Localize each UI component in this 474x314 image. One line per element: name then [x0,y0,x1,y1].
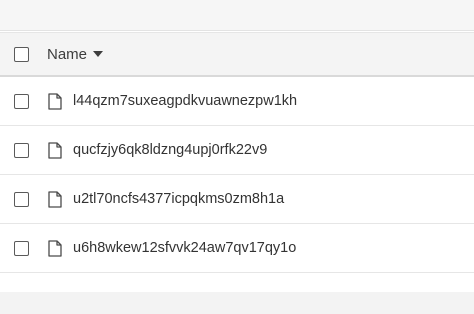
table-row[interactable]: qucfzjy6qk8ldzng4upj0rfk22v9 [0,126,474,175]
file-icon [47,141,63,159]
row-checkbox[interactable] [13,191,29,207]
table-row[interactable]: u6h8wkew12sfvvk24aw7qv17qy1o [0,224,474,273]
name-column-header[interactable]: Name [47,45,104,63]
footer-strip [0,292,474,314]
row-checkbox[interactable] [13,240,29,256]
file-name[interactable]: u2tl70ncfs4377icpqkms0zm8h1a [73,191,284,207]
file-name[interactable]: qucfzjy6qk8ldzng4upj0rfk22v9 [73,142,267,158]
select-all-cell [0,46,42,62]
sort-descending-icon [93,51,104,57]
file-icon [47,92,63,110]
table-row[interactable]: l44qzm7suxeagpdkvuawnezpw1kh [0,77,474,126]
file-table: Name l44qzm7suxeagpdkvuawnezpw1kh qucfzj… [0,32,474,273]
file-name[interactable]: l44qzm7suxeagpdkvuawnezpw1kh [73,93,297,109]
file-icon [47,190,63,208]
row-checkbox[interactable] [13,93,29,109]
table-header-row: Name [0,32,474,77]
select-all-checkbox[interactable] [13,46,29,62]
name-column-label: Name [47,45,88,63]
row-checkbox[interactable] [13,142,29,158]
file-name[interactable]: u6h8wkew12sfvvk24aw7qv17qy1o [73,240,296,256]
file-icon [47,239,63,257]
toolbar-strip [0,0,474,31]
table-row[interactable]: u2tl70ncfs4377icpqkms0zm8h1a [0,175,474,224]
